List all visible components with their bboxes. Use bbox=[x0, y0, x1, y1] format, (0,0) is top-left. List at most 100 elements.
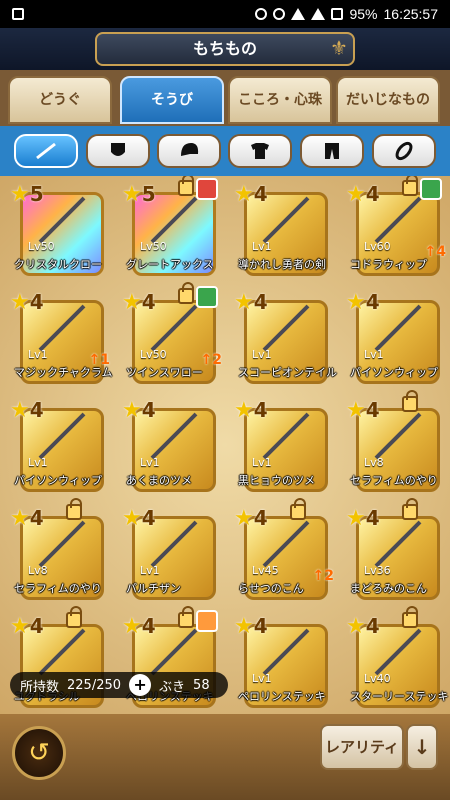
clock: 16:25:57 bbox=[383, 6, 439, 22]
item-level: Lv1 bbox=[252, 672, 272, 685]
rarity-value: 4 bbox=[29, 506, 44, 530]
item-name: セラフィムのやり bbox=[350, 474, 438, 487]
item-level: Lv1 bbox=[364, 348, 384, 361]
equipment-item[interactable]: ★4 Lv1 あくまのツメ bbox=[118, 392, 230, 502]
star-icon: ★ bbox=[122, 398, 142, 423]
item-name: ペロリンステッキ bbox=[238, 690, 326, 703]
equipment-item[interactable]: ★4 Lv1 黒ヒョウのツメ bbox=[230, 392, 342, 502]
rarity-value: 4 bbox=[365, 506, 380, 530]
equipment-item[interactable]: ★4 Lv8 セラフィムのやり bbox=[342, 390, 450, 502]
equipment-item[interactable]: ★4 Lv36 まどろみのこん bbox=[342, 498, 450, 610]
item-level: Lv1 bbox=[140, 456, 160, 469]
star-icon: ★ bbox=[122, 614, 142, 639]
equipment-item[interactable]: ★4 Lv1 スコーピオンテイル bbox=[230, 284, 342, 394]
equipment-item[interactable]: ★4 Lv40 スターリーステッキ bbox=[342, 606, 450, 714]
tab-dougu[interactable]: どうぐ bbox=[8, 76, 112, 124]
equipment-item[interactable]: ★4ユグドラシル bbox=[6, 606, 118, 714]
rarity-value: 4 bbox=[141, 614, 156, 638]
item-level: Lv50 bbox=[140, 240, 167, 253]
location-icon bbox=[273, 8, 286, 20]
rarity-star: ★4 bbox=[234, 398, 274, 423]
item-level: Lv1 bbox=[252, 348, 272, 361]
rarity-star: ★4 bbox=[346, 290, 386, 315]
equipment-item[interactable]: ★4 ↑2 Lv50 ツインスワロー bbox=[118, 282, 230, 394]
category-shield[interactable] bbox=[86, 134, 150, 168]
pants-icon bbox=[325, 143, 339, 159]
star-icon: ★ bbox=[346, 614, 366, 639]
shirt-icon bbox=[251, 143, 269, 159]
equipped-character-avatar bbox=[196, 178, 218, 200]
item-level: Lv8 bbox=[28, 564, 48, 577]
item-name: コドラウィップ bbox=[350, 258, 427, 271]
expand-inventory-button[interactable]: + bbox=[129, 674, 152, 696]
tab-daiji[interactable]: だいじなもの bbox=[336, 76, 440, 124]
rarity-value: 4 bbox=[141, 506, 156, 530]
weapon-count-label: ぶき bbox=[159, 679, 186, 695]
category-legs[interactable] bbox=[300, 134, 364, 168]
category-body[interactable] bbox=[228, 134, 292, 168]
rarity-value: 4 bbox=[365, 614, 380, 638]
rarity-value: 4 bbox=[29, 398, 44, 422]
wifi-icon bbox=[291, 8, 306, 20]
equipment-item[interactable]: ★4ペロリンステッキ bbox=[118, 606, 230, 714]
rarity-star: ★4 bbox=[122, 290, 162, 315]
lock-icon bbox=[402, 606, 418, 628]
equipped-character-avatar bbox=[196, 610, 218, 632]
lock-icon bbox=[402, 390, 418, 412]
equipment-item[interactable]: ★4 Lv1 パイソンウィップ bbox=[342, 284, 450, 394]
equipment-item[interactable]: ★4 ↑4 Lv60 コドラウィップ bbox=[342, 176, 450, 286]
equipment-item[interactable]: ★4 ↑2 Lv45 らせつのこん bbox=[230, 498, 342, 610]
category-head[interactable] bbox=[157, 134, 221, 168]
tab-soubi[interactable]: そうび bbox=[120, 76, 224, 124]
rarity-star: ★4 bbox=[346, 398, 386, 423]
lock-icon bbox=[178, 176, 194, 196]
sort-order-button[interactable]: ↓ bbox=[406, 724, 438, 770]
rarity-value: 4 bbox=[253, 506, 268, 530]
back-button[interactable]: ↺ bbox=[12, 726, 66, 780]
weapon-count: 58 bbox=[193, 677, 210, 693]
header: ⚜ もちもの ⚜ bbox=[0, 28, 450, 70]
lock-icon bbox=[402, 498, 418, 520]
battery-icon bbox=[331, 8, 344, 20]
equipped-character-avatar bbox=[196, 286, 218, 308]
lock-icon bbox=[66, 606, 82, 628]
rarity-star: ★4 bbox=[234, 182, 274, 207]
sort-rarity-button[interactable]: レアリティ bbox=[320, 724, 404, 770]
item-name: パルチザン bbox=[126, 582, 181, 595]
rarity-star: ★4 bbox=[234, 506, 274, 531]
star-icon: ★ bbox=[234, 290, 254, 315]
rarity-value: 4 bbox=[253, 398, 268, 422]
equipment-item[interactable]: ★5 Lv50 クリスタルクロー bbox=[6, 176, 118, 286]
rarity-value: 4 bbox=[365, 182, 380, 206]
holding-label: 所持数 bbox=[20, 679, 60, 695]
tab-kokoro[interactable]: こころ・心珠 bbox=[228, 76, 332, 124]
item-level: Lv1 bbox=[28, 456, 48, 469]
item-level: Lv1 bbox=[140, 564, 160, 577]
equipment-item[interactable]: ★4 Lv1 導かれし勇者の剣 bbox=[230, 176, 342, 286]
item-name: スターリーステッキ bbox=[350, 690, 449, 703]
star-icon: ★ bbox=[122, 182, 142, 207]
item-name: まどろみのこん bbox=[350, 582, 427, 595]
equipment-item[interactable]: ★4 Lv1 パイソンウィップ bbox=[6, 392, 118, 502]
rarity-star: ★5 bbox=[122, 182, 162, 207]
lock-icon bbox=[178, 282, 194, 304]
equipment-item[interactable]: ★5 Lv50 グレートアックス bbox=[118, 176, 230, 286]
rarity-star: ★4 bbox=[234, 290, 274, 315]
rarity-star: ★4 bbox=[346, 182, 386, 207]
equipment-item[interactable]: ★4 ↑1 Lv1 マジックチャクラム bbox=[6, 284, 118, 394]
equipment-item[interactable]: ★4 Lv8 セラフィムのやり bbox=[6, 498, 118, 610]
rarity-star: ★4 bbox=[122, 398, 162, 423]
rarity-star: ★4 bbox=[122, 506, 162, 531]
item-level: Lv1 bbox=[252, 240, 272, 253]
rarity-star: ★4 bbox=[10, 506, 50, 531]
category-accessory[interactable] bbox=[372, 134, 436, 168]
category-weapon[interactable] bbox=[14, 134, 78, 168]
item-level: Lv40 bbox=[364, 672, 391, 685]
main-tabs: どうぐ そうび こころ・心珠 だいじなもの bbox=[0, 70, 450, 126]
item-name: ツインスワロー bbox=[126, 366, 203, 379]
equipment-item[interactable]: ★4 Lv1 ペロリンステッキ bbox=[230, 608, 342, 714]
rarity-value: 4 bbox=[253, 614, 268, 638]
equipment-item[interactable]: ★4 Lv1 パルチザン bbox=[118, 500, 230, 610]
rarity-star: ★4 bbox=[10, 614, 50, 639]
rarity-star: ★4 bbox=[10, 398, 50, 423]
